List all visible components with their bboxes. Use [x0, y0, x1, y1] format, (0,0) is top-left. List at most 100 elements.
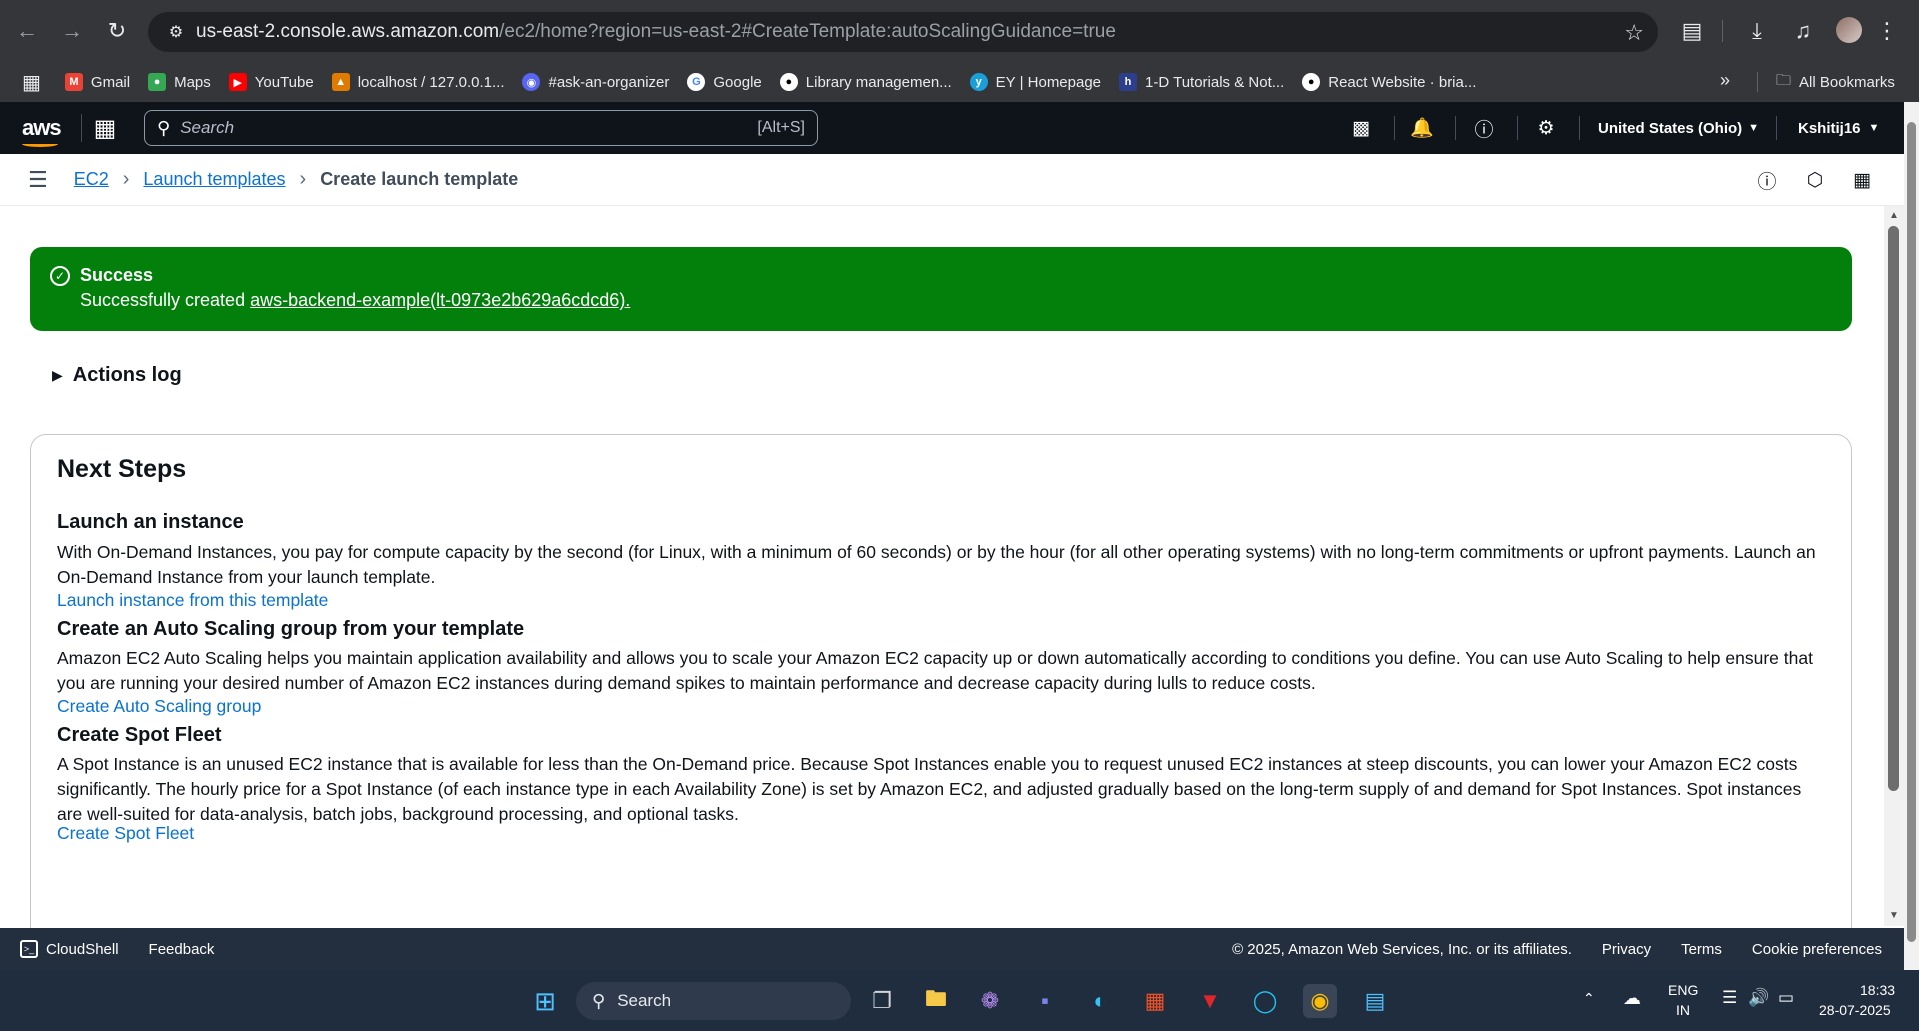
next-steps-title: Next Steps	[57, 455, 187, 483]
bookmarks-bar: ▦ M Gmail ● Maps ▶ YouTube ▲ localhost / 127…	[0, 62, 1919, 102]
bookmark-maps[interactable]: ● Maps	[148, 73, 211, 91]
gmail-icon: M	[64, 73, 83, 91]
aws-logo[interactable]: aws	[22, 115, 62, 147]
back-icon[interactable]: ←	[10, 14, 44, 48]
notifications-bell-icon[interactable]: 🔔	[1408, 114, 1436, 142]
battery-icon[interactable]: ▭	[1778, 988, 1794, 1008]
bookmarks-overflow-icon[interactable]: »	[1720, 70, 1730, 91]
profile-avatar[interactable]	[1836, 17, 1862, 43]
bookmark-tutorials[interactable]: h 1-D Tutorials & Not...	[1119, 73, 1284, 91]
bookmark-star-icon[interactable]: ☆	[1624, 20, 1644, 46]
next-steps-panel: Next Steps Launch an instance With On-De…	[30, 434, 1852, 934]
apps-grid-icon[interactable]: ▦	[22, 70, 41, 95]
bookmark-react[interactable]: ● React Website · bria...	[1302, 73, 1476, 91]
header-divider	[1394, 116, 1395, 140]
security-shield-icon[interactable]: ⬡	[1803, 168, 1827, 192]
launch-template-link[interactable]: aws-backend-example(lt-0973e2b629a6cdcd6…	[250, 290, 630, 310]
copilot-icon[interactable]: ❁	[973, 984, 1007, 1018]
language-top[interactable]: ENG	[1668, 982, 1698, 998]
chrome-icon[interactable]: ◉	[1303, 984, 1337, 1018]
region-selector[interactable]: United States (Ohio) ▼	[1598, 102, 1759, 154]
extensions-icon[interactable]: ▤	[1677, 16, 1707, 46]
task-view-icon[interactable]: ❐	[865, 984, 899, 1018]
breadcrumb-launch-templates[interactable]: Launch templates	[143, 169, 285, 190]
feedback-button[interactable]: Feedback	[149, 941, 215, 958]
content-scrollbar[interactable]: ▲ ▼	[1884, 206, 1904, 926]
aws-search-input[interactable]: ⚲ Search [Alt+S]	[144, 110, 818, 146]
breadcrumb-ec2[interactable]: EC2	[74, 169, 109, 190]
feedback-screen-icon[interactable]: ▦	[1850, 168, 1874, 192]
google-icon: G	[687, 73, 706, 91]
bookmark-ey[interactable]: y EY | Homepage	[969, 73, 1101, 91]
address-bar[interactable]: ⚙ us-east-2.console.aws.amazon.com/ec2/h…	[148, 12, 1658, 52]
bookmark-youtube[interactable]: ▶ YouTube	[228, 73, 314, 91]
cloudshell-icon: >_	[20, 940, 38, 958]
chrome-menu-icon[interactable]: ⋮	[1872, 16, 1902, 46]
bookmark-discord[interactable]: ◉ #ask-an-organizer	[522, 73, 669, 91]
mcafee-icon[interactable]: ▼	[1193, 984, 1227, 1018]
services-grid-icon[interactable]: ▦	[94, 114, 117, 143]
auto-scaling-text: Amazon EC2 Auto Scaling helps you mainta…	[57, 648, 1813, 693]
cookie-preferences-link[interactable]: Cookie preferences	[1752, 941, 1882, 958]
actions-log-toggle[interactable]: ▶ Actions log	[52, 364, 182, 387]
hamburger-menu-icon[interactable]: ☰	[28, 167, 48, 193]
file-explorer-icon[interactable]: 🖿	[919, 984, 953, 1018]
search-icon: ⚲	[157, 117, 171, 138]
bookmark-library[interactable]: ● Library managemen...	[779, 73, 952, 91]
success-flashbar: ✓ Success Successfully created aws-backe…	[30, 247, 1852, 331]
cloudshell-icon[interactable]: ▩	[1347, 114, 1375, 142]
notepad-icon[interactable]: ▤	[1358, 984, 1392, 1018]
media-control-icon[interactable]: ♫	[1788, 16, 1818, 46]
github-icon: ●	[1302, 73, 1321, 91]
all-bookmarks[interactable]: 🗀 All Bookmarks	[1776, 62, 1895, 102]
show-hidden-icons-icon[interactable]: ⌃	[1583, 990, 1595, 1007]
site-info-icon[interactable]: ⚙	[156, 22, 196, 42]
phpmyadmin-icon: ▲	[331, 73, 350, 91]
flash-title: Success	[80, 265, 154, 285]
edge-icon[interactable]: ◐	[1083, 984, 1117, 1018]
copyright-text: © 2025, Amazon Web Services, Inc. or its…	[1232, 940, 1572, 958]
breadcrumb-current: Create launch template	[320, 169, 519, 189]
bookmark-gmail[interactable]: M Gmail	[64, 73, 130, 91]
launch-instance-text: With On-Demand Instances, you pay for co…	[57, 542, 1816, 587]
github-icon: ●	[779, 73, 798, 91]
launch-instance-heading: Launch an instance	[57, 511, 244, 533]
account-menu[interactable]: Kshitij16 ▼	[1798, 102, 1879, 154]
volume-icon[interactable]: 🔊	[1748, 988, 1769, 1008]
scroll-down-icon[interactable]: ▼	[1889, 910, 1899, 921]
scroll-up-icon[interactable]: ▲	[1889, 210, 1899, 221]
info-icon[interactable]: ⓘ	[1755, 168, 1779, 193]
teams-icon[interactable]: ▪	[1028, 984, 1062, 1018]
launch-instance-link[interactable]: Launch instance from this template	[57, 590, 328, 611]
clock-date[interactable]: 28-07-2025	[1819, 1002, 1891, 1018]
cortana-icon[interactable]: ◯	[1248, 984, 1282, 1018]
check-circle-icon: ✓	[50, 266, 70, 286]
page-scrollbar[interactable]	[1904, 102, 1919, 970]
privacy-link[interactable]: Privacy	[1602, 941, 1651, 958]
settings-gear-icon[interactable]: ⚙	[1532, 114, 1560, 142]
microsoft-store-icon[interactable]: ▦	[1138, 984, 1172, 1018]
bookmark-google[interactable]: G Google	[687, 73, 762, 91]
forward-icon[interactable]: →	[55, 14, 89, 48]
page-scroll-thumb[interactable]	[1907, 122, 1916, 942]
header-divider	[1455, 116, 1456, 140]
taskbar-search[interactable]: ⚲ Search	[576, 982, 851, 1020]
clock-time[interactable]: 18:33	[1860, 982, 1895, 998]
terms-link[interactable]: Terms	[1681, 941, 1722, 958]
ey-icon: y	[969, 73, 988, 91]
reload-icon[interactable]: ↻	[100, 14, 134, 48]
discord-icon: ◉	[522, 73, 541, 91]
scroll-thumb[interactable]	[1888, 226, 1899, 791]
help-icon[interactable]: ⓘ	[1470, 114, 1498, 142]
header-divider	[1579, 116, 1580, 140]
windows-start-icon[interactable]: ⊞	[528, 984, 562, 1018]
cloudshell-button[interactable]: CloudShell	[46, 941, 119, 958]
create-auto-scaling-link[interactable]: Create Auto Scaling group	[57, 696, 261, 717]
bookmark-localhost[interactable]: ▲ localhost / 127.0.0.1...	[331, 73, 504, 91]
browser-toolbar: ← → ↻ ⚙ us-east-2.console.aws.amazon.com…	[0, 0, 1919, 102]
wifi-icon[interactable]: ☰	[1722, 988, 1737, 1008]
create-spot-fleet-link[interactable]: Create Spot Fleet	[57, 823, 194, 844]
onedrive-icon[interactable]: ☁	[1623, 988, 1641, 1009]
language-bottom[interactable]: IN	[1676, 1002, 1690, 1018]
download-icon[interactable]: ⤓	[1742, 16, 1772, 46]
